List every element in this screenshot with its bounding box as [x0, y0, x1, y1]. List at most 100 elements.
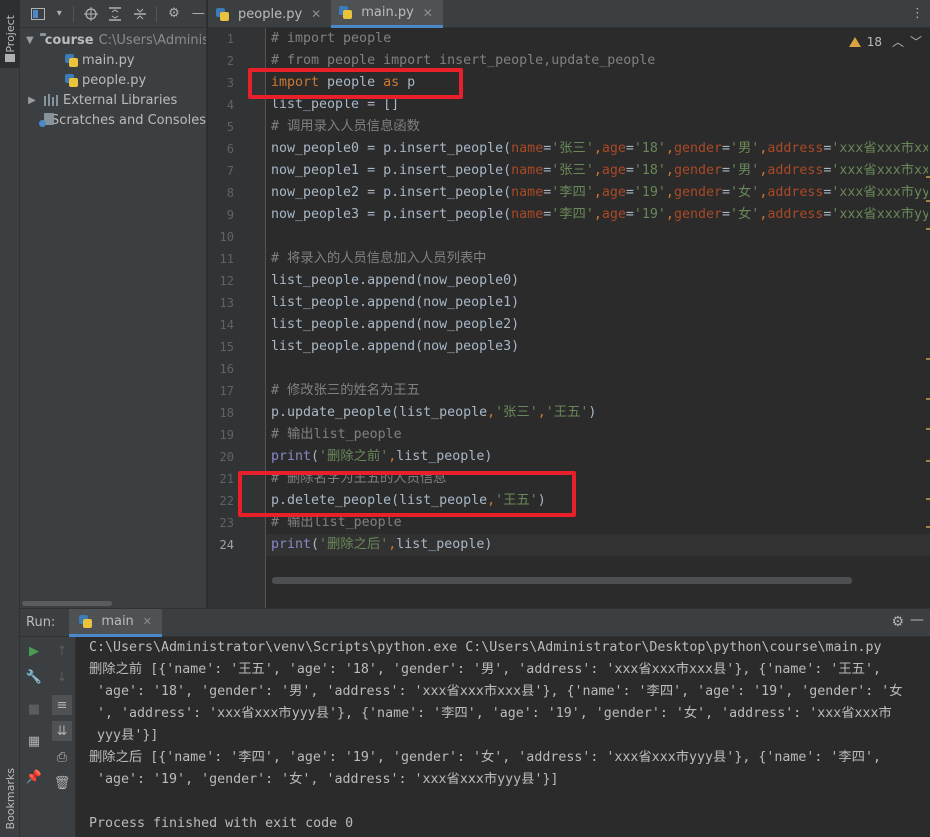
minimize-icon[interactable]: —: [191, 6, 206, 22]
toolbar-separator: [73, 5, 74, 22]
console-line: Process finished with exit code 0: [89, 816, 354, 831]
inspection-widget[interactable]: 18 ︿ ﹀: [848, 33, 922, 50]
rerun-icon[interactable]: ▶: [24, 641, 44, 661]
code-line[interactable]: print('删除之后',list_people): [271, 534, 492, 556]
arrow-down-icon[interactable]: ↓: [52, 667, 72, 687]
tree-item-external-libraries[interactable]: ▶ External Libraries: [20, 90, 206, 110]
tree-item-main-py[interactable]: main.py: [20, 50, 206, 70]
gear-icon[interactable]: ⚙: [166, 6, 181, 22]
line-number: 9: [226, 208, 234, 222]
locate-icon[interactable]: [83, 6, 98, 22]
chevron-down-icon[interactable]: ﹀: [910, 33, 922, 50]
code-line[interactable]: list_people.append(now_people3): [271, 336, 519, 358]
code-line[interactable]: # import people: [271, 28, 391, 50]
code-line[interactable]: now_people1 = p.insert_people(name = '张三',…: [271, 160, 928, 182]
code-line[interactable]: list_people.append(now_people0): [271, 270, 519, 292]
code-token: '删除之后': [319, 537, 389, 552]
code-token: 'xxx省xxx市xxx县': [831, 163, 928, 178]
console-output[interactable]: C:\Users\Administrator\venv\Scripts\pyth…: [89, 637, 924, 835]
scroll-to-end-icon[interactable]: ⇊: [52, 721, 72, 741]
more-options-icon[interactable]: ⋮: [911, 6, 924, 21]
code-token: '男': [730, 141, 760, 156]
code-token: # 修改张三的姓名为王五: [271, 383, 420, 398]
code-token: now_people2 = p.insert_people(: [271, 185, 512, 200]
tree-item-people-py[interactable]: people.py: [20, 70, 206, 90]
tree-item-course[interactable]: ▼ course C:\Users\Administrator: [20, 30, 206, 50]
scroll-marker: [926, 358, 930, 360]
scroll-marker: [926, 498, 930, 500]
chevron-right-icon[interactable]: ▶: [26, 95, 38, 106]
code-token: =: [721, 163, 730, 178]
code-editor[interactable]: 1 2 3 4 5 6 7 8 9 10 11 12 13 14 15 16 17 18 19 20 21 22 23 24 …: [208, 28, 930, 608]
print-icon[interactable]: ⎙: [52, 747, 72, 767]
code-token: list_people.append(now_people1): [271, 295, 520, 310]
code-token: p.update_people(list_people: [271, 405, 488, 420]
code-token: '张三': [495, 405, 538, 420]
run-tab-main[interactable]: main ✕: [69, 608, 163, 637]
minimize-icon[interactable]: —: [910, 612, 924, 628]
chevron-up-icon[interactable]: ︿: [892, 33, 904, 50]
gear-icon[interactable]: ⚙: [891, 614, 904, 630]
code-line[interactable]: # 将录入的人员信息加入人员列表中: [271, 248, 486, 270]
close-icon[interactable]: ✕: [311, 7, 321, 21]
code-line[interactable]: now_people3 = p.insert_people(name = '李四',…: [271, 204, 928, 226]
bookmarks-tool-tab[interactable]: Bookmarks: [0, 760, 20, 837]
code-area[interactable]: # import people # from people import inse…: [271, 28, 928, 608]
toolbar-separator: [156, 5, 158, 22]
scratches-label: Scratches and Consoles: [50, 112, 206, 128]
close-icon[interactable]: ✕: [423, 6, 433, 20]
root-folder-path: C:\Users\Administrator: [98, 32, 206, 48]
project-tool-tab[interactable]: Project: [0, 0, 20, 68]
line-number: 12: [219, 274, 234, 288]
stop-icon[interactable]: ■: [24, 699, 44, 719]
project-pane-scrollbar[interactable]: [20, 600, 206, 608]
code-token: '18': [633, 163, 666, 178]
collapse-all-icon[interactable]: [132, 6, 147, 22]
line-number: 5: [226, 120, 234, 134]
pin-icon[interactable]: 📌: [24, 767, 44, 787]
file-name: main.py: [82, 52, 135, 68]
arrow-up-icon[interactable]: ↑: [52, 641, 72, 661]
tree-item-scratches[interactable]: Scratches and Consoles: [20, 110, 206, 130]
close-icon[interactable]: ✕: [143, 615, 152, 628]
tab-people-py[interactable]: people.py ✕: [208, 0, 331, 28]
code-line[interactable]: list_people.append(now_people2): [271, 314, 519, 336]
code-token: ,: [665, 163, 674, 178]
project-tool-tab-label: Project: [3, 15, 17, 53]
console-line: 删除之后 [{'name': '李四', 'age': '19', 'gende…: [89, 750, 881, 765]
scratches-icon: [39, 113, 54, 127]
line-number: 24: [219, 538, 234, 552]
line-number: 1: [226, 32, 234, 46]
code-line[interactable]: # 修改张三的姓名为王五: [271, 380, 420, 402]
code-line[interactable]: p.update_people(list_people,'张三','王五'): [271, 402, 596, 424]
code-line[interactable]: now_people0 = p.insert_people(name = '张三',…: [271, 138, 928, 160]
code-token: ,: [593, 141, 602, 156]
code-line[interactable]: print('删除之前',list_people): [271, 446, 492, 468]
python-file-icon: [339, 6, 353, 19]
code-token: name: [511, 185, 544, 200]
code-line[interactable]: # 调用录入人员信息函数: [271, 116, 420, 138]
layout-icon[interactable]: [30, 6, 45, 22]
chevron-down-icon[interactable]: ▾: [54, 6, 64, 22]
tab-main-py[interactable]: main.py ✕: [331, 0, 443, 28]
code-line[interactable]: list_people.append(now_people1): [271, 292, 519, 314]
console-line: 'age': '19', 'gender': '女', 'address': '…: [89, 772, 559, 787]
editor-horizontal-scrollbar[interactable]: [272, 577, 852, 584]
trash-icon[interactable]: 🗑: [52, 773, 72, 793]
external-libraries-label: External Libraries: [63, 92, 178, 108]
chevron-down-icon[interactable]: ▼: [26, 35, 34, 46]
code-line[interactable]: now_people2 = p.insert_people(name = '李四',…: [271, 182, 928, 204]
line-number: 6: [226, 142, 234, 156]
code-token: '张三': [551, 163, 594, 178]
scroll-marker: [926, 200, 930, 202]
code-token: address: [767, 207, 824, 222]
expand-all-icon[interactable]: [107, 6, 122, 22]
wrench-icon[interactable]: 🔧: [24, 667, 44, 687]
python-file-icon: [65, 73, 78, 87]
root-folder-name: course: [44, 32, 94, 48]
code-token: ,: [665, 185, 674, 200]
layout-icon[interactable]: ▦: [24, 731, 44, 751]
soft-wrap-icon[interactable]: ≡: [52, 695, 72, 715]
code-line[interactable]: # 输出list_people: [271, 424, 402, 446]
editor-tab-bar: people.py ✕ main.py ✕ ⋮: [208, 0, 930, 28]
